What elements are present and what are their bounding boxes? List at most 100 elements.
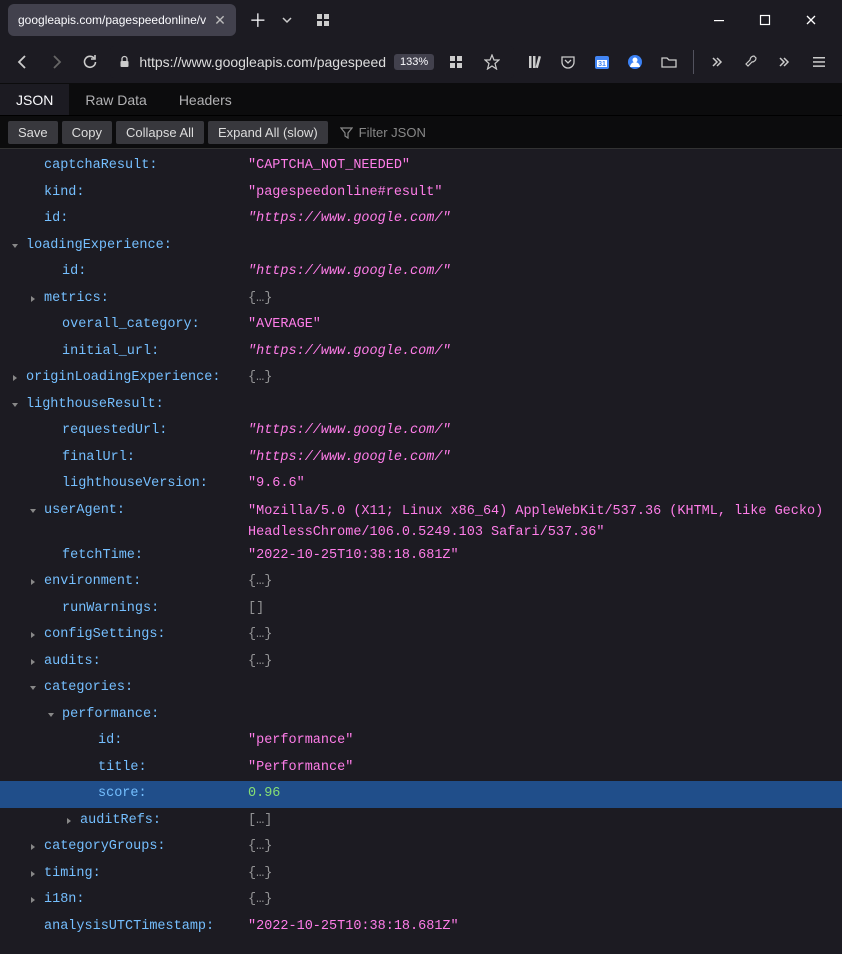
json-value: {…} bbox=[248, 286, 272, 313]
json-value: "https://www.google.com/" bbox=[248, 259, 451, 286]
json-row[interactable]: timing:{…} bbox=[0, 861, 842, 888]
action-bar: Save Copy Collapse All Expand All (slow)… bbox=[0, 116, 842, 149]
json-value: "AVERAGE" bbox=[248, 312, 321, 339]
tabs-dropdown-icon[interactable] bbox=[272, 14, 302, 26]
url-bar[interactable]: https://www.googleapis.com/pagespeed 133… bbox=[110, 46, 514, 78]
json-row[interactable]: id:"https://www.google.com/" bbox=[0, 206, 842, 233]
chevron-down-icon[interactable] bbox=[26, 506, 40, 516]
back-button[interactable] bbox=[10, 48, 35, 76]
chevron-down-icon[interactable] bbox=[26, 683, 40, 693]
json-key: score bbox=[98, 781, 139, 808]
chevron-down-icon[interactable] bbox=[44, 710, 58, 720]
json-key: runWarnings bbox=[62, 596, 151, 623]
minimize-button[interactable] bbox=[696, 4, 742, 36]
chevron-down-icon[interactable] bbox=[8, 241, 22, 251]
json-row[interactable]: loadingExperience: bbox=[0, 233, 842, 260]
close-window-button[interactable] bbox=[788, 4, 834, 36]
chevron-down-icon[interactable] bbox=[8, 400, 22, 410]
json-row[interactable]: lighthouseResult: bbox=[0, 392, 842, 419]
menu-icon[interactable] bbox=[807, 48, 832, 76]
tab-headers[interactable]: Headers bbox=[163, 84, 248, 115]
library-icon[interactable] bbox=[522, 48, 547, 76]
chevron-right-icon[interactable] bbox=[26, 842, 40, 852]
tab-title: googleapis.com/pagespeedonline/v bbox=[18, 13, 206, 27]
json-row[interactable]: requestedUrl:"https://www.google.com/" bbox=[0, 418, 842, 445]
new-tab-button[interactable]: ＋ bbox=[244, 6, 272, 34]
json-key: captchaResult bbox=[44, 153, 149, 180]
collapse-all-button[interactable]: Collapse All bbox=[116, 121, 204, 144]
json-row[interactable]: metrics:{…} bbox=[0, 286, 842, 313]
json-key: loadingExperience bbox=[26, 233, 164, 260]
json-row[interactable]: performance: bbox=[0, 702, 842, 729]
copy-button[interactable]: Copy bbox=[62, 121, 112, 144]
json-value: […] bbox=[248, 808, 272, 835]
chevron-right-icon[interactable] bbox=[26, 895, 40, 905]
json-row[interactable]: id:"https://www.google.com/" bbox=[0, 259, 842, 286]
tab-json[interactable]: JSON bbox=[0, 84, 69, 115]
calendar-icon[interactable]: 31 bbox=[589, 48, 614, 76]
json-viewer[interactable]: captchaResult:"CAPTCHA_NOT_NEEDED"kind:"… bbox=[0, 149, 842, 944]
json-row[interactable]: configSettings:{…} bbox=[0, 622, 842, 649]
close-tab-icon[interactable]: ✕ bbox=[214, 12, 226, 29]
chevron-right-icon[interactable] bbox=[62, 816, 76, 826]
tab-raw-data[interactable]: Raw Data bbox=[69, 84, 162, 115]
json-key: environment bbox=[44, 569, 133, 596]
json-row[interactable]: runWarnings:[] bbox=[0, 596, 842, 623]
json-row[interactable]: score:0.96 bbox=[0, 781, 842, 808]
maximize-button[interactable] bbox=[742, 4, 788, 36]
json-row[interactable]: overall_category:"AVERAGE" bbox=[0, 312, 842, 339]
forward-button[interactable] bbox=[43, 48, 68, 76]
json-row[interactable]: lighthouseVersion:"9.6.6" bbox=[0, 471, 842, 498]
account-icon[interactable] bbox=[622, 48, 647, 76]
pocket-icon[interactable] bbox=[556, 48, 581, 76]
overflow-icon[interactable] bbox=[706, 48, 731, 76]
json-row[interactable]: audits:{…} bbox=[0, 649, 842, 676]
json-value: "CAPTCHA_NOT_NEEDED" bbox=[248, 153, 410, 180]
chevron-right-icon[interactable] bbox=[26, 630, 40, 640]
chevron-right-icon[interactable] bbox=[26, 869, 40, 879]
devtools-icon[interactable] bbox=[740, 48, 765, 76]
filter-input[interactable]: Filter JSON bbox=[332, 121, 434, 144]
window-controls bbox=[696, 4, 834, 36]
json-value: "https://www.google.com/" bbox=[248, 339, 451, 366]
chevron-right-icon[interactable] bbox=[8, 373, 22, 383]
reader-icon[interactable] bbox=[442, 48, 470, 76]
expand-all-button[interactable]: Expand All (slow) bbox=[208, 121, 328, 144]
star-icon[interactable] bbox=[478, 48, 506, 76]
json-row[interactable]: initial_url:"https://www.google.com/" bbox=[0, 339, 842, 366]
json-row[interactable]: originLoadingExperience:{…} bbox=[0, 365, 842, 392]
json-row[interactable]: categoryGroups:{…} bbox=[0, 834, 842, 861]
json-row[interactable]: userAgent:"Mozilla/5.0 (X11; Linux x86_6… bbox=[0, 498, 842, 543]
more-icon[interactable] bbox=[773, 48, 798, 76]
svg-text:31: 31 bbox=[598, 61, 606, 68]
json-row[interactable]: categories: bbox=[0, 675, 842, 702]
folder-icon[interactable] bbox=[656, 48, 681, 76]
json-value: {…} bbox=[248, 649, 272, 676]
grid-icon[interactable] bbox=[308, 13, 338, 27]
json-row[interactable]: title:"Performance" bbox=[0, 755, 842, 782]
json-value: {…} bbox=[248, 887, 272, 914]
json-key: categories bbox=[44, 675, 125, 702]
json-row[interactable]: auditRefs:[…] bbox=[0, 808, 842, 835]
json-row[interactable]: analysisUTCTimestamp:"2022-10-25T10:38:1… bbox=[0, 914, 842, 941]
json-row[interactable]: id:"performance" bbox=[0, 728, 842, 755]
json-row[interactable]: fetchTime:"2022-10-25T10:38:18.681Z" bbox=[0, 543, 842, 570]
chevron-right-icon[interactable] bbox=[26, 294, 40, 304]
chevron-right-icon[interactable] bbox=[26, 577, 40, 587]
json-value: "Mozilla/5.0 (X11; Linux x86_64) AppleWe… bbox=[248, 498, 828, 543]
chevron-right-icon[interactable] bbox=[26, 657, 40, 667]
zoom-badge[interactable]: 133% bbox=[394, 54, 434, 70]
filter-placeholder: Filter JSON bbox=[359, 125, 426, 140]
json-row[interactable]: i18n:{…} bbox=[0, 887, 842, 914]
json-value: "https://www.google.com/" bbox=[248, 418, 451, 445]
json-row[interactable]: environment:{…} bbox=[0, 569, 842, 596]
json-value: [] bbox=[248, 596, 264, 623]
browser-tab[interactable]: googleapis.com/pagespeedonline/v ✕ bbox=[8, 4, 236, 36]
save-button[interactable]: Save bbox=[8, 121, 58, 144]
json-row[interactable]: kind:"pagespeedonline#result" bbox=[0, 180, 842, 207]
json-row[interactable]: finalUrl:"https://www.google.com/" bbox=[0, 445, 842, 472]
json-key: auditRefs bbox=[80, 808, 153, 835]
json-key: lighthouseVersion bbox=[62, 471, 200, 498]
reload-button[interactable] bbox=[77, 48, 102, 76]
json-row[interactable]: captchaResult:"CAPTCHA_NOT_NEEDED" bbox=[0, 153, 842, 180]
